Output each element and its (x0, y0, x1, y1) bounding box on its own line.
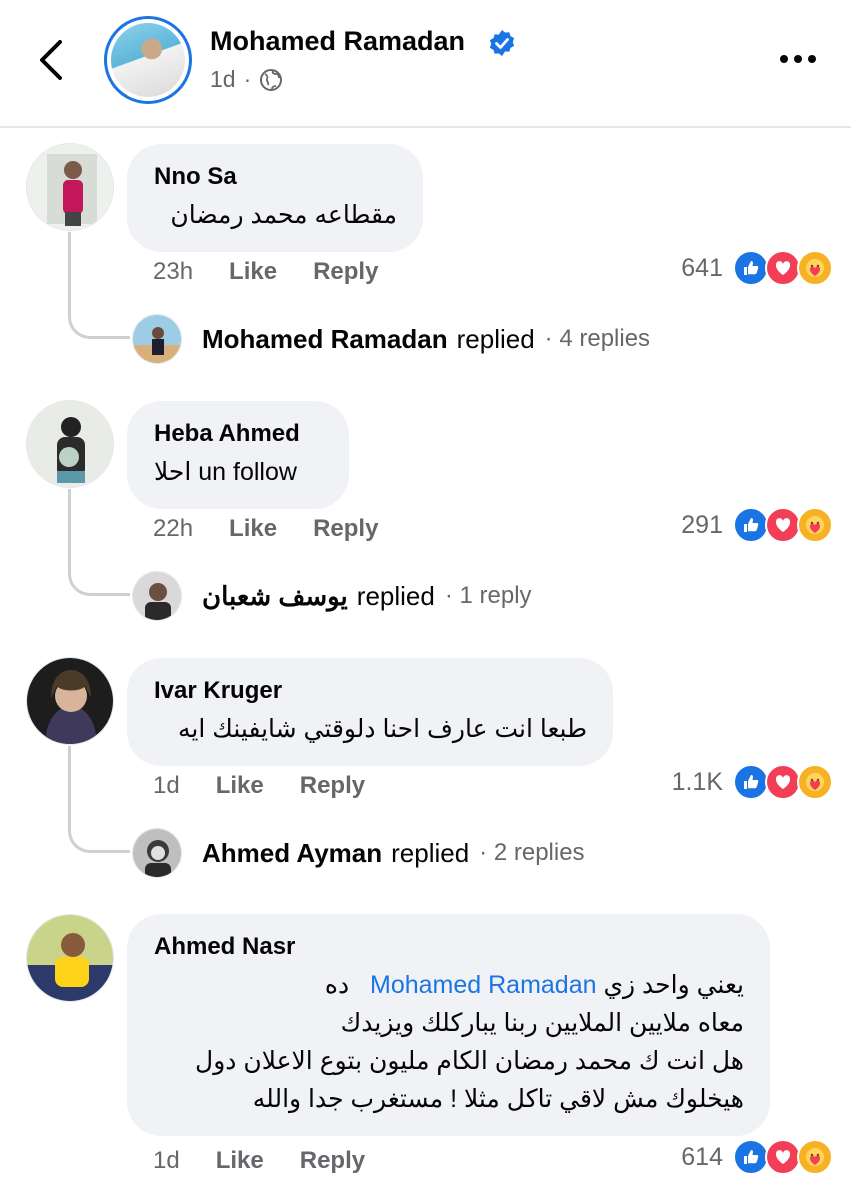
comment-author[interactable]: Ivar Kruger (154, 676, 587, 706)
like-reaction-icon (733, 507, 769, 543)
love-reaction-icon (765, 507, 801, 543)
reply-count: · 4 replies (544, 325, 651, 352)
comment-text: يعني واحد زي Mohamed Ramadan ده معاه ملا… (154, 966, 744, 1118)
globe-icon (260, 68, 283, 91)
comment-line-3: هل انت ك محمد رمضان الكام مليون بتوع الا… (195, 1047, 744, 1075)
comment-time: 1d (153, 772, 180, 799)
reply-action: replied (391, 837, 470, 868)
post-time: 1d (210, 66, 236, 92)
comment-actions: 1d Like Reply (153, 772, 365, 800)
reaction-count: 1.1K (671, 767, 723, 796)
reply-avatar (132, 828, 182, 878)
comment-line-4: هيخلوك مش لاقي تاكل مثلا ! مستغرب جدا وا… (252, 1085, 744, 1113)
reaction-count: 614 (681, 1142, 723, 1171)
like-reaction-icon (733, 250, 769, 286)
post-header: Mohamed Ramadan 1d · (0, 0, 851, 128)
love-reaction-icon (765, 1139, 801, 1175)
thread-line (68, 746, 130, 853)
comment-bubble[interactable]: Heba Ahmed احلا un follow (127, 401, 349, 509)
comment-time: 1d (153, 1147, 180, 1174)
reply-button[interactable]: Reply (313, 258, 378, 286)
view-replies[interactable]: يوسف شعبان replied · 1 reply (132, 571, 532, 621)
comment-line-1: يعني واحد زي Mohamed Ramadan ده (154, 966, 744, 1004)
comment-line-2: معاه ملايين الملايين ربنا يباركلك ويزيدك (340, 1009, 744, 1037)
reply-count: · 1 reply (444, 582, 532, 609)
reaction-summary[interactable]: 641 (681, 250, 833, 286)
comment-bubble[interactable]: Ahmed Nasr يعني واحد زي Mohamed Ramadan … (127, 914, 770, 1136)
verified-badge-icon (489, 30, 515, 56)
reply-count: · 2 replies (479, 839, 585, 866)
care-reaction-icon (797, 764, 833, 800)
reply-author[interactable]: Mohamed Ramadan (202, 324, 448, 355)
care-reaction-icon (797, 507, 833, 543)
back-button[interactable] (30, 34, 74, 86)
post-meta: 1d · (210, 66, 283, 93)
page-avatar[interactable] (104, 16, 192, 104)
comment-actions: 23h Like Reply (153, 258, 378, 286)
reply-button[interactable]: Reply (300, 1147, 365, 1175)
reaction-summary[interactable]: 1.1K (672, 764, 833, 800)
love-reaction-icon (765, 764, 801, 800)
view-replies[interactable]: Ahmed Ayman replied · 2 replies (132, 828, 585, 878)
mention-link[interactable]: Mohamed Ramadan (370, 971, 597, 999)
comment-bubble[interactable]: Ivar Kruger طبعا انت عارف احنا دلوقتي شا… (127, 658, 613, 766)
reply-avatar (132, 314, 182, 364)
comment-bubble[interactable]: Nno Sa مقطاعه محمد رمضان (127, 144, 423, 252)
reply-author[interactable]: يوسف شعبان (202, 581, 348, 612)
comment-text: طبعا انت عارف احنا دلوقتي شايفينك ايه (178, 715, 587, 743)
comment-text-suffix: ده (324, 971, 350, 999)
like-button[interactable]: Like (229, 258, 277, 286)
like-button[interactable]: Like (216, 1147, 264, 1175)
comment-author[interactable]: Ahmed Nasr (154, 932, 744, 962)
like-button[interactable]: Like (229, 515, 277, 543)
reply-action: replied (356, 580, 435, 611)
commenter-avatar[interactable] (26, 657, 114, 745)
reaction-summary[interactable]: 291 (681, 507, 833, 543)
meta-separator: · (243, 66, 252, 92)
care-reaction-icon (797, 250, 833, 286)
reaction-count: 291 (681, 510, 723, 539)
comment-text: مقطاعه محمد رمضان (170, 201, 397, 229)
comment-text: احلا un follow (154, 458, 297, 486)
comment-author[interactable]: Nno Sa (154, 162, 397, 192)
reply-button[interactable]: Reply (300, 772, 365, 800)
comment-time: 22h (153, 515, 194, 542)
like-reaction-icon (733, 1139, 769, 1175)
more-icon (780, 55, 788, 63)
page-name[interactable]: Mohamed Ramadan (210, 26, 465, 57)
love-reaction-icon (765, 250, 801, 286)
comment-text-prefix: يعني واحد زي (603, 971, 744, 999)
view-replies[interactable]: Mohamed Ramadan replied · 4 replies (132, 314, 650, 364)
more-button[interactable] (776, 45, 820, 73)
reply-author[interactable]: Ahmed Ayman (202, 838, 382, 869)
reaction-count: 641 (681, 253, 723, 282)
thread-line (68, 232, 130, 339)
back-arrow-icon (40, 40, 62, 80)
like-button[interactable]: Like (216, 772, 264, 800)
reply-action: replied (456, 323, 535, 354)
like-reaction-icon (733, 764, 769, 800)
thread-line (68, 489, 130, 596)
comment-author[interactable]: Heba Ahmed (154, 419, 323, 449)
comment-time: 23h (153, 258, 194, 285)
reply-avatar (132, 571, 182, 621)
reaction-summary[interactable]: 614 (681, 1139, 833, 1175)
commenter-avatar[interactable] (26, 143, 114, 231)
commenter-avatar[interactable] (26, 914, 114, 1002)
commenter-avatar[interactable] (26, 400, 114, 488)
care-reaction-icon (797, 1139, 833, 1175)
comment-actions: 1d Like Reply (153, 1147, 365, 1175)
comment-actions: 22h Like Reply (153, 515, 378, 543)
reply-button[interactable]: Reply (313, 515, 378, 543)
